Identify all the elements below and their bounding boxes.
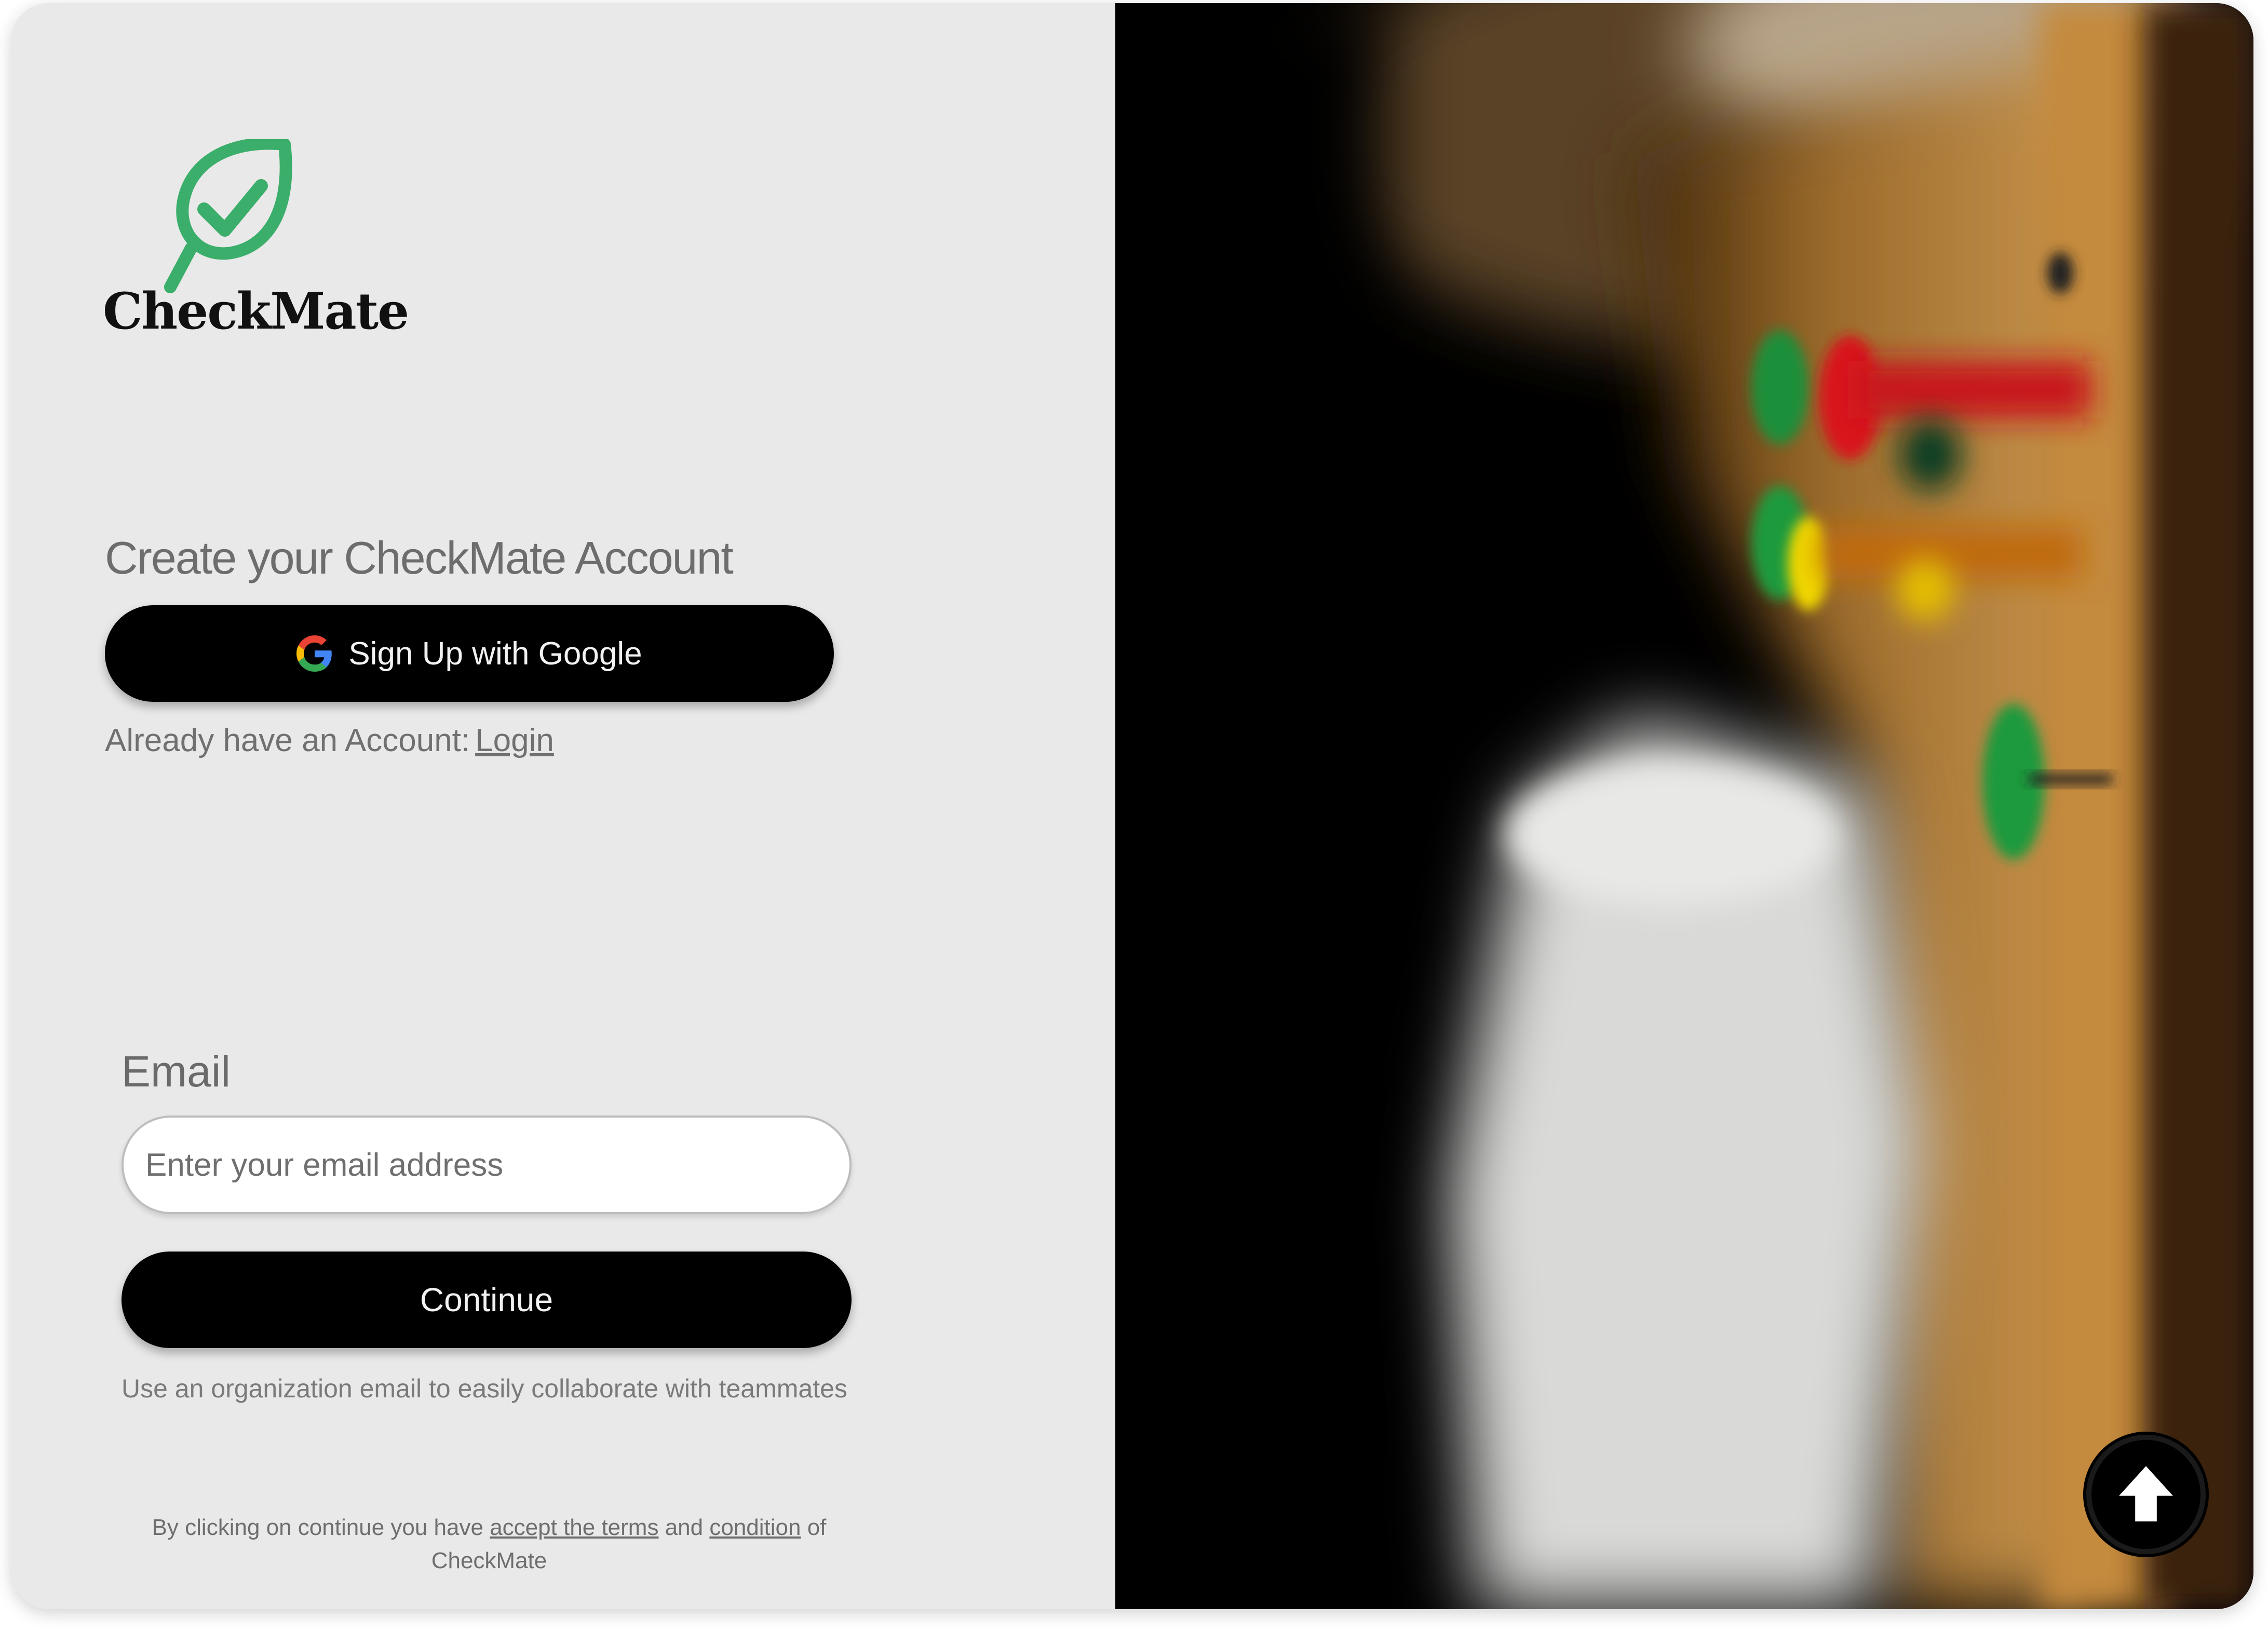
brand-logo: CheckMate xyxy=(103,139,409,342)
signup-panel: CheckMate Create your CheckMate Account … xyxy=(11,3,1115,1609)
google-icon xyxy=(296,635,332,672)
google-signup-button[interactable]: Sign Up with Google xyxy=(105,605,834,702)
continue-button[interactable]: Continue xyxy=(122,1252,852,1348)
condition-link[interactable]: condition xyxy=(709,1515,801,1540)
already-account-label: Already have an Account: xyxy=(105,723,470,758)
google-signup-label: Sign Up with Google xyxy=(348,635,642,672)
arrow-up-icon xyxy=(2119,1466,2173,1521)
already-account-text: Already have an Account: Login xyxy=(105,722,554,759)
corkboard-photo xyxy=(1115,3,2253,1609)
brand-name: CheckMate xyxy=(103,282,409,341)
app-window: CheckMate Create your CheckMate Account … xyxy=(11,3,2253,1609)
hero-image xyxy=(1115,3,2253,1609)
scroll-top-button[interactable] xyxy=(2086,1435,2206,1554)
login-link[interactable]: Login xyxy=(475,723,554,758)
signup-heading: Create your CheckMate Account xyxy=(105,532,734,583)
terms-notice: By clicking on continue you have accept … xyxy=(126,1511,853,1577)
accept-terms-link[interactable]: accept the terms xyxy=(490,1515,658,1540)
email-label: Email xyxy=(122,1047,231,1096)
leaf-check-icon xyxy=(164,139,292,293)
email-field[interactable] xyxy=(122,1116,852,1214)
terms-prefix: By clicking on continue you have xyxy=(152,1515,490,1540)
terms-middle: and xyxy=(658,1515,710,1540)
org-email-hint: Use an organization email to easily coll… xyxy=(122,1374,847,1403)
